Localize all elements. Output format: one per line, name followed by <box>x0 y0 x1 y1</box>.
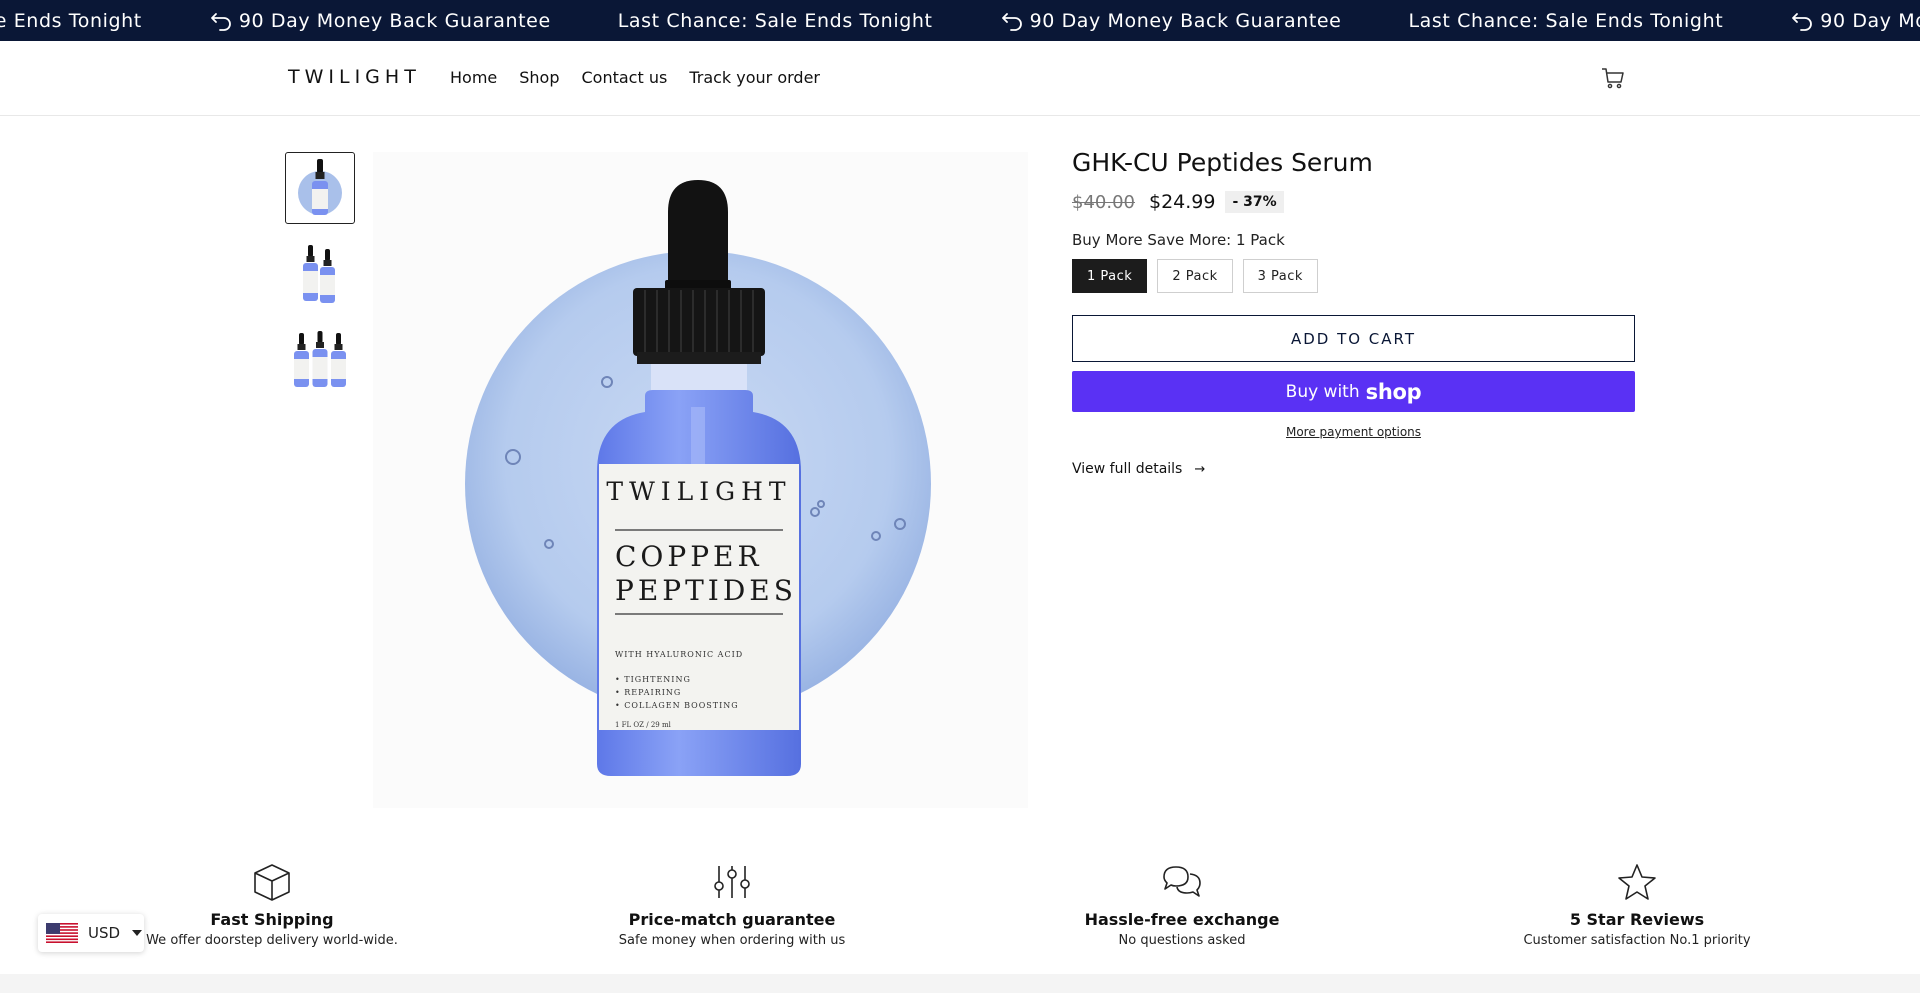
compare-at-price: $40.00 <box>1072 191 1135 213</box>
product-title: GHK-CU Peptides Serum <box>1072 148 1373 177</box>
bottle-bullet: • REPAIRING <box>615 688 681 697</box>
product-thumbnail-image <box>294 331 346 387</box>
feature-title: Hassle-free exchange <box>1084 910 1280 929</box>
chevron-down-icon <box>132 930 143 936</box>
more-payment-options-link[interactable]: More payment options <box>1072 425 1635 439</box>
currency-selector[interactable]: USD <box>38 914 144 952</box>
sale-price: $24.99 <box>1148 191 1216 213</box>
bottle-bullet: • COLLAGEN BOOSTING <box>615 701 739 710</box>
product-thumbnail-image <box>303 245 335 303</box>
announcement-item: 90 Day Money Back Guarantee <box>209 10 551 32</box>
sliders-icon <box>714 866 750 898</box>
variant-2-pack[interactable]: 2 Pack <box>1157 259 1233 293</box>
star-icon <box>1618 864 1656 900</box>
announcement-bar: Last Chance: Sale Ends Tonight 90 Day Mo… <box>0 0 1920 41</box>
cart-icon[interactable] <box>1600 65 1626 91</box>
feature-description: Customer satisfaction No.1 priority <box>1523 933 1751 948</box>
us-flag-icon <box>46 923 78 943</box>
discount-badge: - 37% <box>1225 191 1284 213</box>
price-row: $40.00 $24.99 - 37% <box>1072 191 1635 213</box>
site-header: TWILIGHT Home Shop Contact us Track your… <box>0 41 1920 116</box>
bottle-brand-text: TWILIGHT <box>606 477 791 506</box>
bottle-bullet: • TIGHTENING <box>615 675 691 684</box>
variant-3-pack[interactable]: 3 Pack <box>1242 259 1318 293</box>
product-info: GHK-CU Peptides Serum $40.00 $24.99 - 37… <box>1072 148 1635 477</box>
announcement-item: 90 Day Money Back Guarantee <box>1790 10 1920 32</box>
arrow-right-icon: → <box>1194 461 1206 477</box>
currency-code: USD <box>88 924 121 942</box>
site-logo[interactable]: TWILIGHT <box>288 66 421 88</box>
return-arrow-icon <box>1001 12 1022 31</box>
announcement-text: Last Chance: Sale Ends Tonight <box>617 9 933 32</box>
announcement-text: 90 Day Money Back Guarantee <box>1029 9 1342 32</box>
feature-title: 5 Star Reviews <box>1569 910 1705 929</box>
main-nav: Home Shop Contact us Track your order <box>450 68 842 87</box>
nav-shop[interactable]: Shop <box>519 68 559 87</box>
bottle-name-line2: PEPTIDES <box>615 574 797 607</box>
feature-description: Safe money when ordering with us <box>618 933 846 948</box>
feature-hassle-free-exchange: Hassle-free exchange No questions asked <box>972 862 1392 948</box>
bottle-subtitle: WITH HYALURONIC ACID <box>615 650 743 659</box>
product-main-image[interactable]: TWILIGHT COPPER PEPTIDES WITH HYALURONIC… <box>373 152 1028 808</box>
buy-with-shop-button[interactable]: Buy with shop <box>1072 371 1635 412</box>
nav-track-order[interactable]: Track your order <box>689 68 820 87</box>
feature-title: Price-match guarantee <box>628 910 836 929</box>
nav-contact-us[interactable]: Contact us <box>582 68 668 87</box>
variant-1-pack[interactable]: 1 Pack <box>1072 259 1148 293</box>
thumbnail-3-pack[interactable] <box>285 324 355 396</box>
announcement-item: Last Chance: Sale Ends Tonight <box>618 10 933 32</box>
view-full-details-text: View full details <box>1072 461 1183 477</box>
footer-strip <box>0 974 1920 993</box>
announcement-item: Last Chance: Sale Ends Tonight <box>1408 10 1723 32</box>
buy-with-text: Buy with <box>1285 381 1360 402</box>
variant-label: Buy More Save More: 1 Pack <box>1072 231 1285 249</box>
variant-options: 1 Pack 2 Pack 3 Pack <box>1072 259 1635 293</box>
chat-bubbles-icon <box>1163 866 1201 897</box>
return-arrow-icon <box>1792 12 1813 31</box>
thumbnail-2-pack[interactable] <box>285 238 355 310</box>
box-icon <box>254 864 290 901</box>
nav-home[interactable]: Home <box>450 68 497 87</box>
announcement-item: Last Chance: Sale Ends Tonight <box>0 10 142 32</box>
announcement-text: Last Chance: Sale Ends Tonight <box>0 9 142 32</box>
announcement-track: Last Chance: Sale Ends Tonight 90 Day Mo… <box>0 0 1920 41</box>
feature-price-match: Price-match guarantee Safe money when or… <box>522 862 942 948</box>
add-to-cart-button[interactable]: ADD TO CART <box>1072 315 1635 362</box>
bottle-name-line1: COPPER <box>615 540 763 573</box>
announcement-text: 90 Day Money Back Guarantee <box>1820 9 1920 32</box>
thumbnail-list <box>285 152 355 410</box>
bottle-volume: 1 FL OZ / 29 ml <box>615 721 672 729</box>
feature-strip: Fast Shipping We offer doorstep delivery… <box>0 862 1920 962</box>
feature-description: No questions asked <box>1118 933 1246 948</box>
product-thumbnail-image <box>298 159 342 215</box>
shop-pay-logo: shop <box>1365 379 1422 404</box>
feature-5-star-reviews: 5 Star Reviews Customer satisfaction No.… <box>1427 862 1847 948</box>
return-arrow-icon <box>210 12 231 31</box>
announcement-text: 90 Day Money Back Guarantee <box>238 9 551 32</box>
thumbnail-1-pack[interactable] <box>285 152 355 224</box>
serum-bottle-illustration: TWILIGHT COPPER PEPTIDES WITH HYALURONIC… <box>465 180 931 776</box>
view-full-details-link[interactable]: View full details → <box>1072 461 1635 477</box>
announcement-text: Last Chance: Sale Ends Tonight <box>1408 9 1724 32</box>
announcement-item: 90 Day Money Back Guarantee <box>1000 10 1342 32</box>
